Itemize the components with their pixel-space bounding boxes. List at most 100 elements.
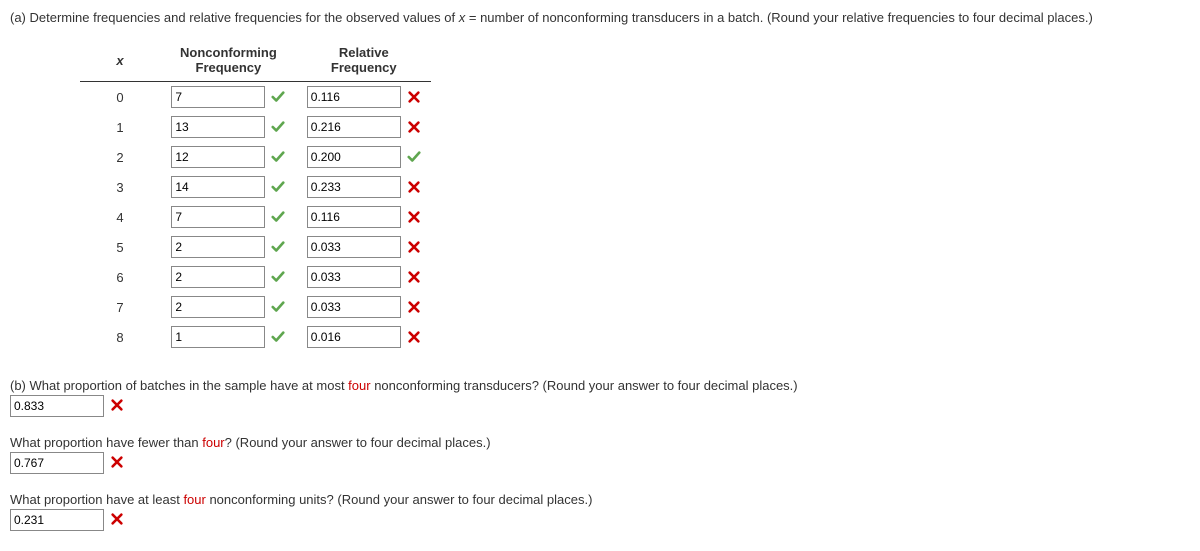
cross-icon <box>407 120 421 134</box>
check-icon <box>271 240 285 254</box>
relfreq-cell <box>297 262 431 292</box>
freq-input[interactable] <box>171 146 265 168</box>
relfreq-cell <box>297 232 431 262</box>
table-row: 6 <box>80 262 431 292</box>
x-value: 8 <box>80 322 160 352</box>
part-a-prompt: (a) Determine frequencies and relative f… <box>10 10 1190 25</box>
x-value: 3 <box>80 172 160 202</box>
freq-input[interactable] <box>171 176 265 198</box>
frequency-table: x Nonconforming Frequency Relative Frequ… <box>80 39 431 352</box>
part-b-q2: What proportion have fewer than four? (R… <box>10 435 1190 474</box>
q1-mark <box>110 398 124 415</box>
freq-input[interactable] <box>171 206 265 228</box>
freq-cell <box>160 262 297 292</box>
check-icon <box>271 90 285 104</box>
table-row: 8 <box>80 322 431 352</box>
header-relative: Relative Frequency <box>297 39 431 82</box>
freq-input[interactable] <box>171 326 265 348</box>
q2-suffix: ? (Round your answer to four decimal pla… <box>225 435 491 450</box>
relfreq-input[interactable] <box>307 146 401 168</box>
q3-suffix: nonconforming units? (Round your answer … <box>206 492 593 507</box>
cross-icon <box>407 330 421 344</box>
part-a-prompt-prefix: (a) Determine frequencies and relative f… <box>10 10 459 25</box>
header-nonconforming-line1: Nonconforming <box>180 45 277 60</box>
x-value: 0 <box>80 82 160 113</box>
check-icon <box>271 330 285 344</box>
cross-icon <box>110 512 124 526</box>
part-b-q1: (b) What proportion of batches in the sa… <box>10 378 1190 417</box>
table-row: 7 <box>80 292 431 322</box>
freq-cell <box>160 82 297 113</box>
relfreq-cell <box>297 142 431 172</box>
relfreq-input[interactable] <box>307 266 401 288</box>
table-row: 2 <box>80 142 431 172</box>
header-relative-line2: Frequency <box>331 60 397 75</box>
freq-cell <box>160 292 297 322</box>
relfreq-input[interactable] <box>307 86 401 108</box>
q2-highlight: four <box>202 435 224 450</box>
header-x: x <box>80 39 160 82</box>
relfreq-cell <box>297 172 431 202</box>
part-b-q3: What proportion have at least four nonco… <box>10 492 1190 531</box>
x-value: 7 <box>80 292 160 322</box>
relfreq-cell <box>297 112 431 142</box>
check-icon <box>271 150 285 164</box>
q3-highlight: four <box>183 492 205 507</box>
q3-prefix: What proportion have at least <box>10 492 183 507</box>
table-row: 4 <box>80 202 431 232</box>
freq-input[interactable] <box>171 116 265 138</box>
table-header-row: x Nonconforming Frequency Relative Frequ… <box>80 39 431 82</box>
relfreq-cell <box>297 292 431 322</box>
relfreq-cell <box>297 322 431 352</box>
header-x-label: x <box>116 53 123 68</box>
header-nonconforming: Nonconforming Frequency <box>160 39 297 82</box>
header-nonconforming-line2: Frequency <box>196 60 262 75</box>
cross-icon <box>407 90 421 104</box>
cross-icon <box>407 240 421 254</box>
cross-icon <box>407 270 421 284</box>
check-icon <box>271 300 285 314</box>
q1-prefix: (b) What proportion of batches in the sa… <box>10 378 348 393</box>
relfreq-input[interactable] <box>307 206 401 228</box>
q1-suffix: nonconforming transducers? (Round your a… <box>371 378 798 393</box>
cross-icon <box>110 455 124 469</box>
table-row: 3 <box>80 172 431 202</box>
x-value: 5 <box>80 232 160 262</box>
q2-input[interactable] <box>10 452 104 474</box>
part-a-prompt-suffix: = number of nonconforming transducers in… <box>465 10 1093 25</box>
relfreq-input[interactable] <box>307 116 401 138</box>
table-row: 1 <box>80 112 431 142</box>
check-icon <box>407 150 421 164</box>
relfreq-input[interactable] <box>307 176 401 198</box>
header-relative-line1: Relative <box>339 45 389 60</box>
relfreq-cell <box>297 82 431 113</box>
freq-input[interactable] <box>171 296 265 318</box>
x-value: 4 <box>80 202 160 232</box>
check-icon <box>271 270 285 284</box>
check-icon <box>271 210 285 224</box>
freq-cell <box>160 322 297 352</box>
q3-mark <box>110 512 124 529</box>
relfreq-input[interactable] <box>307 326 401 348</box>
freq-input[interactable] <box>171 86 265 108</box>
relfreq-input[interactable] <box>307 296 401 318</box>
cross-icon <box>110 398 124 412</box>
q2-mark <box>110 455 124 472</box>
freq-cell <box>160 142 297 172</box>
check-icon <box>271 180 285 194</box>
q3-input[interactable] <box>10 509 104 531</box>
freq-cell <box>160 202 297 232</box>
x-value: 2 <box>80 142 160 172</box>
relfreq-cell <box>297 202 431 232</box>
x-value: 6 <box>80 262 160 292</box>
q1-input[interactable] <box>10 395 104 417</box>
check-icon <box>271 120 285 134</box>
freq-input[interactable] <box>171 236 265 258</box>
table-row: 5 <box>80 232 431 262</box>
x-value: 1 <box>80 112 160 142</box>
freq-cell <box>160 112 297 142</box>
freq-input[interactable] <box>171 266 265 288</box>
q1-highlight: four <box>348 378 370 393</box>
freq-cell <box>160 232 297 262</box>
relfreq-input[interactable] <box>307 236 401 258</box>
